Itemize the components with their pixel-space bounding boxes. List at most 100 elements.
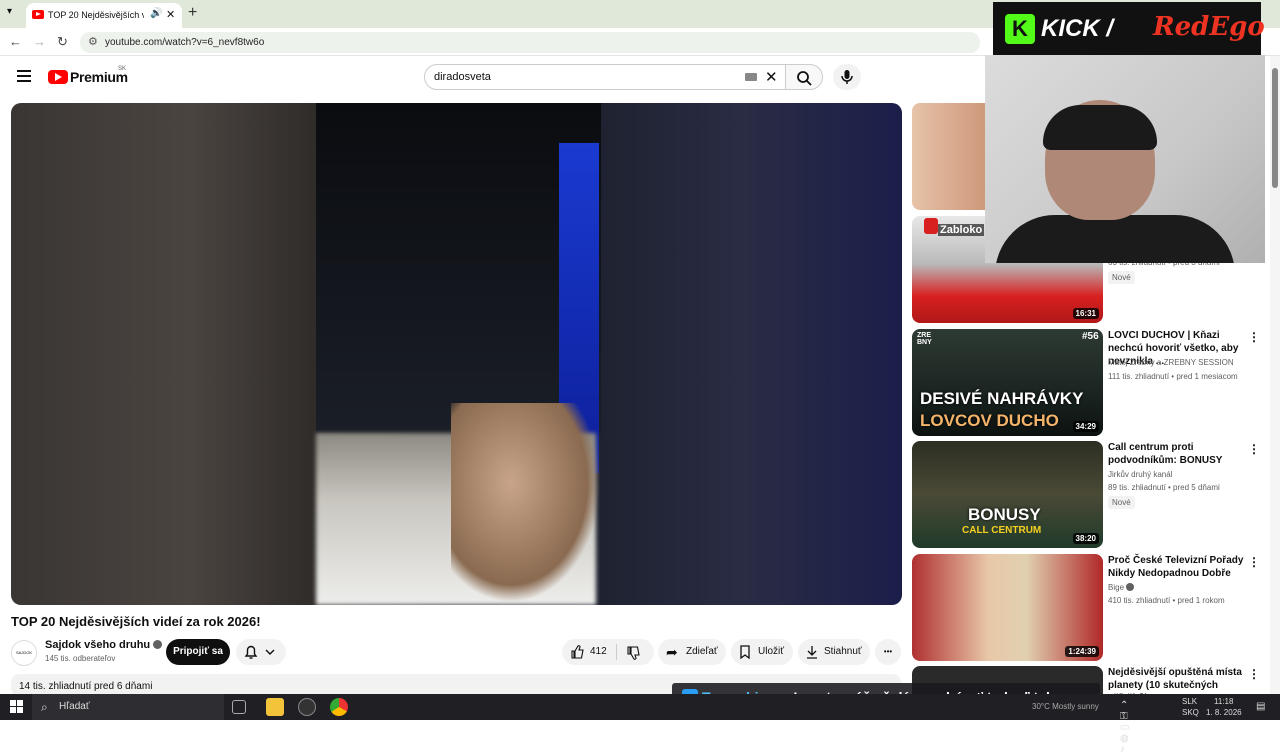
video-title: TOP 20 Nejděsivějších videí za rok 2026! [11, 614, 261, 629]
channel-avatar[interactable]: SAJDOK [11, 640, 37, 666]
microphone-icon [841, 70, 853, 84]
verified-icon [1126, 583, 1135, 591]
like-count[interactable]: 412 [590, 639, 607, 665]
duration-badge: 34:29 [1072, 421, 1099, 432]
like-dislike-group: 412 [562, 639, 654, 665]
rec-thumbnail-3[interactable]: ZRE BNY #56 DESIVÉ NAHRÁVKY LOVCOV DUCHO … [912, 329, 1103, 436]
url-field[interactable]: ⚙ youtube.com/watch?v=6_nevf8tw6o [80, 32, 980, 53]
thumb-text-2: LOVCOV DUCHO [920, 411, 1059, 430]
channel-name[interactable]: Sajdok všeho druhu [45, 639, 163, 651]
download-icon [807, 646, 817, 659]
menu-icon[interactable] [17, 70, 31, 82]
rec-thumbnail-4[interactable]: BONUSY CALL CENTRUM 38:20 [912, 441, 1103, 548]
tab-search-icon[interactable]: ▾ [7, 6, 12, 17]
search-input[interactable]: diradosveta ✕ [424, 64, 786, 90]
save-label: Uložiť [758, 646, 784, 657]
webcam-shirt [995, 215, 1235, 263]
notification-icon[interactable]: ▤ [1256, 701, 1265, 712]
lock-icon [924, 218, 938, 234]
search-icon: ⌕ [41, 700, 48, 714]
rec-title[interactable]: Call centrum proti podvodníkům: BONUSY [1108, 441, 1248, 467]
rec-channel[interactable]: Jirkův druhý kanál [1108, 470, 1172, 479]
rec-menu-icon[interactable]: ⋮ [1248, 667, 1260, 681]
duration-badge: 38:20 [1072, 533, 1099, 544]
tab-title: TOP 20 Nejděsivějších videí [48, 10, 144, 20]
clear-search-icon[interactable]: ✕ [765, 68, 778, 86]
like-icon[interactable] [570, 645, 584, 659]
channel-name-text[interactable]: Sajdok všeho druhu [45, 639, 150, 651]
region-code: SK [118, 66, 127, 72]
bookmark-icon [740, 645, 750, 659]
save-button[interactable]: Uložiť [731, 639, 793, 665]
url-text: youtube.com/watch?v=6_nevf8tw6o [105, 37, 265, 48]
rec-channel[interactable]: Matej Zrebny a ZREBNY SESSION [1108, 358, 1234, 367]
site-info-icon[interactable]: ⚙ [88, 35, 98, 48]
tray-icons[interactable]: ⌃ ⚿ ▭ ◍ ♪ [1120, 700, 1129, 755]
keyboard-indicator[interactable]: SKQ [1182, 708, 1199, 717]
thumb-text: Zabloko [938, 224, 985, 236]
notification-button[interactable] [236, 639, 286, 665]
rec-meta: 111 tis. zhliadnutí • pred 1 mesiacom [1108, 372, 1238, 381]
search-icon [797, 71, 812, 86]
youtube-favicon-icon [32, 10, 44, 19]
dislike-icon[interactable] [626, 646, 640, 660]
video-frame-hand [451, 403, 601, 603]
search-button[interactable] [785, 64, 823, 90]
bell-icon [244, 645, 275, 659]
back-icon[interactable]: ← [9, 34, 22, 49]
obs-icon[interactable] [298, 698, 316, 716]
duration-badge: 1:24:39 [1065, 646, 1099, 657]
windows-start-icon[interactable] [10, 700, 23, 713]
windows-taskbar: ⌕ Hľadať 30°C Mostly sunny ⌃ ⚿ ▭ ◍ ♪ SLK… [0, 694, 1280, 755]
close-tab-icon[interactable]: ✕ [166, 8, 175, 21]
thumb-text: DESIVÉ NAHRÁVKY [920, 389, 1084, 408]
new-badge: Nové [1108, 271, 1135, 284]
page-scrollbar[interactable] [1270, 56, 1280, 696]
webcam-headphones [1043, 105, 1157, 150]
reload-icon[interactable]: ↻ [57, 34, 68, 50]
rec-channel[interactable]: Bige [1108, 583, 1135, 592]
join-button[interactable]: Pripojiť sa [166, 639, 230, 665]
streamer-name: RedEgo [1153, 12, 1265, 42]
kick-logo-icon: K [1005, 14, 1035, 44]
language-indicator[interactable]: SLK [1182, 697, 1197, 706]
youtube-logo-icon[interactable] [48, 70, 68, 84]
video-player[interactable] [11, 103, 902, 605]
taskbar-search[interactable]: ⌕ Hľadať [32, 694, 224, 720]
clock-time[interactable]: 11:18 [1214, 697, 1233, 706]
rec-channel-text[interactable]: Bige [1108, 583, 1124, 592]
browser-tab[interactable]: TOP 20 Nejděsivějších videí 🔊 ✕ [26, 3, 182, 28]
like-divider [616, 644, 617, 660]
share-button[interactable]: ➦ Zdieľať [658, 639, 726, 665]
kick-wordmark: KICK / [1041, 15, 1113, 42]
kick-stream-overlay: K KICK / RedEgo [993, 2, 1265, 55]
more-actions-button[interactable]: ••• [875, 639, 901, 665]
rec-menu-icon[interactable]: ⋮ [1248, 330, 1260, 344]
share-label: Zdieľať [686, 646, 718, 657]
keyboard-icon[interactable] [745, 73, 757, 81]
rec-title[interactable]: Proč České Televizní Pořady Nikdy Nedopa… [1108, 554, 1248, 580]
download-button[interactable]: Stiahnuť [798, 639, 870, 665]
taskbar-search-placeholder: Hľadať [59, 701, 90, 712]
weather-widget[interactable]: 30°C Mostly sunny [1032, 702, 1099, 711]
search-query: diradosveta [434, 71, 491, 83]
scrollbar-thumb[interactable] [1272, 68, 1278, 188]
rec-menu-icon[interactable]: ⋮ [1248, 555, 1260, 569]
thumb-text-2: CALL CENTRUM [962, 525, 1042, 536]
chrome-icon[interactable] [330, 698, 348, 716]
subscriber-count: 145 tis. odberateľov [45, 654, 116, 663]
download-label: Stiahnuť [824, 646, 862, 657]
new-tab-button[interactable]: + [188, 4, 197, 22]
webcam-overlay [985, 55, 1265, 263]
thumb-text: BONUSY [968, 505, 1041, 524]
voice-search-button[interactable] [833, 64, 861, 90]
forward-icon[interactable]: → [33, 34, 46, 49]
task-view-icon[interactable] [232, 700, 246, 714]
rec-menu-icon[interactable]: ⋮ [1248, 442, 1260, 456]
file-explorer-icon[interactable] [266, 698, 284, 716]
speaker-icon[interactable]: 🔊 [150, 8, 162, 19]
verified-icon [153, 640, 163, 649]
clock-date[interactable]: 1. 8. 2026 [1206, 708, 1242, 717]
rec-thumbnail-5[interactable]: 1:24:39 [912, 554, 1103, 661]
share-icon: ➦ [666, 644, 678, 660]
